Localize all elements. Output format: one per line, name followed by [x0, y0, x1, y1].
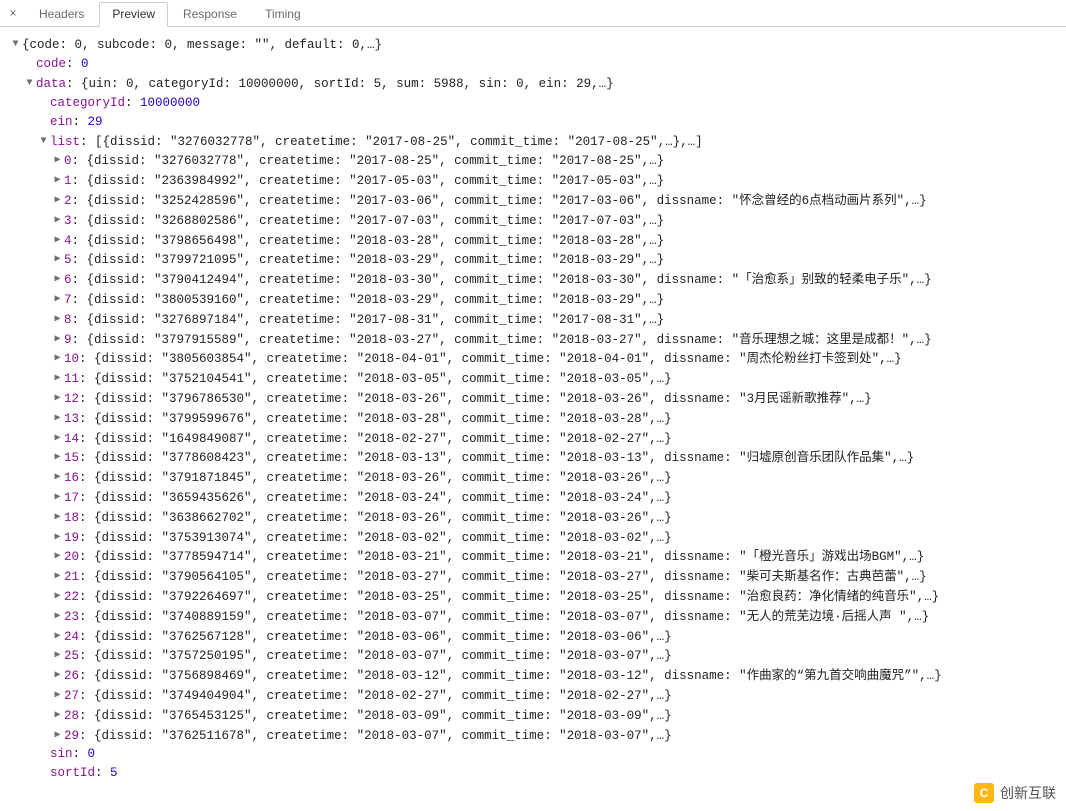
expand-toggle-icon[interactable]: ▼	[24, 74, 35, 93]
tab-preview[interactable]: Preview	[99, 2, 168, 27]
list-item-27[interactable]: ▶27: {dissid: "3749404904", createtime: …	[10, 686, 1060, 706]
prop-ein[interactable]: ein: 29	[10, 113, 1060, 132]
list-item-0[interactable]: ▶0: {dissid: "3276032778", createtime: "…	[10, 151, 1060, 171]
prop-list[interactable]: ▼list: [{dissid: "3276032778", createtim…	[10, 132, 1060, 152]
expand-toggle-icon[interactable]: ▶	[52, 270, 63, 289]
expand-toggle-icon[interactable]: ▶	[52, 726, 63, 745]
expand-toggle-icon[interactable]: ▶	[52, 369, 63, 388]
list-item-24[interactable]: ▶24: {dissid: "3762567128", createtime: …	[10, 627, 1060, 647]
expand-toggle-icon[interactable]: ▶	[52, 330, 63, 349]
list-item-3[interactable]: ▶3: {dissid: "3268802586", createtime: "…	[10, 211, 1060, 231]
expand-toggle-icon[interactable]: ▶	[52, 587, 63, 606]
watermark: C 创新互联	[974, 783, 1056, 803]
watermark-text: 创新互联	[1000, 783, 1056, 803]
prop-code[interactable]: code: 0	[10, 55, 1060, 74]
expand-toggle-icon[interactable]: ▶	[52, 231, 63, 250]
list-item-20[interactable]: ▶20: {dissid: "3778594714", createtime: …	[10, 547, 1060, 567]
list-item-10[interactable]: ▶10: {dissid: "3805603854", createtime: …	[10, 349, 1060, 369]
list-item-12[interactable]: ▶12: {dissid: "3796786530", createtime: …	[10, 389, 1060, 409]
prop-categoryId[interactable]: categoryId: 10000000	[10, 94, 1060, 113]
watermark-logo-icon: C	[974, 783, 994, 803]
expand-toggle-icon[interactable]: ▼	[38, 132, 49, 151]
list-item-26[interactable]: ▶26: {dissid: "3756898469", createtime: …	[10, 666, 1060, 686]
expand-toggle-icon[interactable]: ▶	[52, 508, 63, 527]
expand-toggle-icon[interactable]: ▶	[52, 567, 63, 586]
list-item-11[interactable]: ▶11: {dissid: "3752104541", createtime: …	[10, 369, 1060, 389]
expand-toggle-icon[interactable]: ▶	[52, 468, 63, 487]
expand-toggle-icon[interactable]: ▼	[10, 35, 21, 54]
expand-toggle-icon[interactable]: ▶	[52, 290, 63, 309]
expand-toggle-icon[interactable]: ▶	[52, 429, 63, 448]
list-item-15[interactable]: ▶15: {dissid: "3778608423", createtime: …	[10, 448, 1060, 468]
expand-toggle-icon[interactable]: ▶	[52, 627, 63, 646]
expand-toggle-icon[interactable]: ▶	[52, 547, 63, 566]
close-icon[interactable]: ×	[6, 6, 20, 20]
list-item-4[interactable]: ▶4: {dissid: "3798656498", createtime: "…	[10, 231, 1060, 251]
list-item-14[interactable]: ▶14: {dissid: "1649849087", createtime: …	[10, 429, 1060, 449]
list-item-13[interactable]: ▶13: {dissid: "3799599676", createtime: …	[10, 409, 1060, 429]
list-item-28[interactable]: ▶28: {dissid: "3765453125", createtime: …	[10, 706, 1060, 726]
list-item-18[interactable]: ▶18: {dissid: "3638662702", createtime: …	[10, 508, 1060, 528]
list-item-21[interactable]: ▶21: {dissid: "3790564105", createtime: …	[10, 567, 1060, 587]
expand-toggle-icon[interactable]: ▶	[52, 607, 63, 626]
list-item-7[interactable]: ▶7: {dissid: "3800539160", createtime: "…	[10, 290, 1060, 310]
tab-response[interactable]: Response	[170, 2, 250, 27]
expand-toggle-icon[interactable]: ▶	[52, 389, 63, 408]
tabs-holder: HeadersPreviewResponseTiming	[26, 1, 316, 26]
expand-toggle-icon[interactable]: ▶	[52, 448, 63, 467]
network-tab-bar: × HeadersPreviewResponseTiming	[0, 0, 1066, 27]
expand-toggle-icon[interactable]: ▶	[52, 666, 63, 685]
list-item-25[interactable]: ▶25: {dissid: "3757250195", createtime: …	[10, 646, 1060, 666]
expand-toggle-icon[interactable]: ▶	[52, 250, 63, 269]
root-object[interactable]: ▼{code: 0, subcode: 0, message: "", defa…	[10, 35, 1060, 55]
expand-toggle-icon[interactable]: ▶	[52, 409, 63, 428]
expand-toggle-icon[interactable]: ▶	[52, 706, 63, 725]
json-preview-pane: ▼{code: 0, subcode: 0, message: "", defa…	[0, 27, 1066, 789]
expand-toggle-icon[interactable]: ▶	[52, 211, 63, 230]
list-item-16[interactable]: ▶16: {dissid: "3791871845", createtime: …	[10, 468, 1060, 488]
list-item-23[interactable]: ▶23: {dissid: "3740889159", createtime: …	[10, 607, 1060, 627]
expand-toggle-icon[interactable]: ▶	[52, 488, 63, 507]
expand-toggle-icon[interactable]: ▶	[52, 349, 63, 368]
list-item-29[interactable]: ▶29: {dissid: "3762511678", createtime: …	[10, 726, 1060, 746]
list-item-8[interactable]: ▶8: {dissid: "3276897184", createtime: "…	[10, 310, 1060, 330]
list-item-1[interactable]: ▶1: {dissid: "2363984992", createtime: "…	[10, 171, 1060, 191]
prop-sortId[interactable]: sortId: 5	[10, 764, 1060, 783]
expand-toggle-icon[interactable]: ▶	[52, 646, 63, 665]
expand-toggle-icon[interactable]: ▶	[52, 151, 63, 170]
list-item-17[interactable]: ▶17: {dissid: "3659435626", createtime: …	[10, 488, 1060, 508]
prop-data[interactable]: ▼data: {uin: 0, categoryId: 10000000, so…	[10, 74, 1060, 94]
list-item-22[interactable]: ▶22: {dissid: "3792264697", createtime: …	[10, 587, 1060, 607]
list-item-9[interactable]: ▶9: {dissid: "3797915589", createtime: "…	[10, 330, 1060, 350]
list-item-2[interactable]: ▶2: {dissid: "3252428596", createtime: "…	[10, 191, 1060, 211]
list-item-6[interactable]: ▶6: {dissid: "3790412494", createtime: "…	[10, 270, 1060, 290]
expand-toggle-icon[interactable]: ▶	[52, 686, 63, 705]
prop-sin[interactable]: sin: 0	[10, 745, 1060, 764]
expand-toggle-icon[interactable]: ▶	[52, 528, 63, 547]
expand-toggle-icon[interactable]: ▶	[52, 310, 63, 329]
expand-toggle-icon[interactable]: ▶	[52, 191, 63, 210]
tab-headers[interactable]: Headers	[26, 2, 97, 27]
list-item-5[interactable]: ▶5: {dissid: "3799721095", createtime: "…	[10, 250, 1060, 270]
tab-timing[interactable]: Timing	[252, 2, 314, 27]
list-item-19[interactable]: ▶19: {dissid: "3753913074", createtime: …	[10, 528, 1060, 548]
expand-toggle-icon[interactable]: ▶	[52, 171, 63, 190]
